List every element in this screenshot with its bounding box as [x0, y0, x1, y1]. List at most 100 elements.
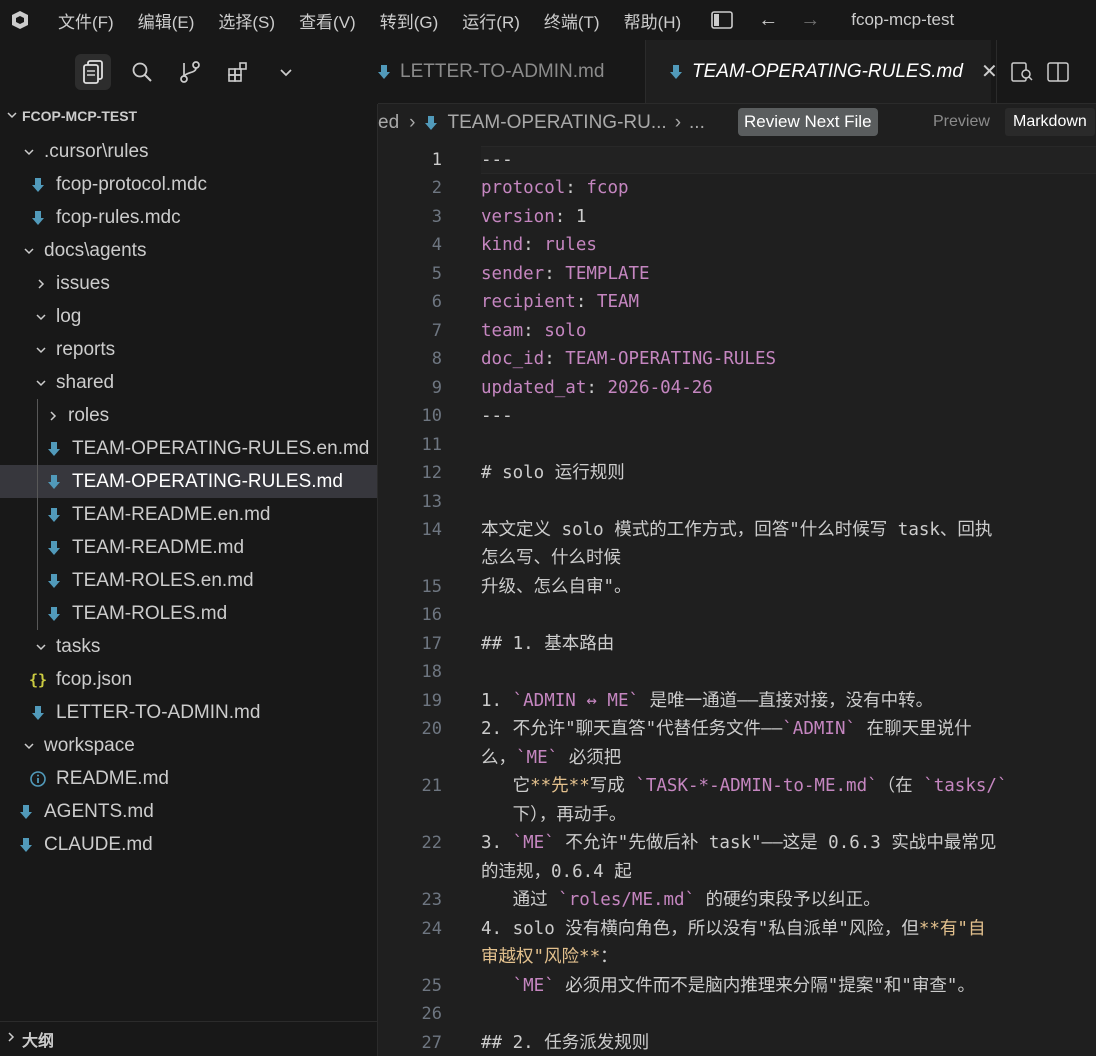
tree-file[interactable]: TEAM-ROLES.md — [0, 597, 377, 630]
breadcrumb-symbols[interactable]: ... — [689, 112, 705, 134]
review-next-file-button[interactable]: Review Next File — [738, 108, 878, 136]
tree-file[interactable]: TEAM-README.en.md — [0, 498, 377, 531]
tab-letter-to-admin[interactable]: LETTER-TO-ADMIN.md — [378, 40, 646, 104]
line-number: 6 — [431, 292, 442, 312]
tree-item-label: reports — [56, 338, 116, 360]
code-line: 2. 不允许"聊天直答"代替任务文件——`ADMIN` 在聊天里说什 — [481, 719, 972, 739]
search-icon[interactable] — [125, 54, 159, 90]
menu-view[interactable]: 查看(V) — [299, 8, 356, 33]
info-file-icon — [30, 770, 46, 787]
code-line: version: 1 — [481, 207, 587, 227]
json-file-icon: {} — [28, 670, 48, 689]
tree-item-label: docs\agents — [44, 239, 147, 261]
tree-folder[interactable]: log — [0, 300, 377, 333]
code-line: --- — [481, 150, 513, 170]
menu-help[interactable]: 帮助(H) — [624, 8, 682, 33]
markdown-file-icon — [30, 705, 46, 721]
tree-folder[interactable]: issues — [0, 267, 377, 300]
markdown-file-icon — [18, 837, 34, 853]
chevron-down-icon — [34, 311, 48, 323]
tree-file[interactable]: fcop-protocol.mdc — [0, 168, 377, 201]
markdown-button[interactable]: Markdown — [1005, 108, 1095, 136]
tree-file[interactable]: fcop-rules.mdc — [0, 201, 377, 234]
open-preview-to-side-icon[interactable] — [1011, 62, 1033, 82]
title-bar: 文件(F) 编辑(E) 选择(S) 查看(V) 转到(G) 运行(R) 终端(T… — [0, 0, 1096, 40]
split-editor-icon[interactable] — [1047, 62, 1069, 82]
tree-folder[interactable]: shared — [0, 366, 377, 399]
line-number: 3 — [431, 207, 442, 227]
toggle-sidebar-icon[interactable] — [711, 11, 734, 29]
extensions-icon[interactable] — [221, 54, 255, 90]
tree-item-label: fcop-rules.mdc — [56, 206, 181, 228]
code-line: team: solo — [481, 321, 587, 341]
vscode-logo-icon — [12, 11, 28, 29]
explorer-icon[interactable] — [75, 54, 111, 90]
tree-folder[interactable]: roles — [0, 399, 377, 432]
indent-guide — [37, 432, 38, 465]
line-number: 4 — [431, 235, 442, 255]
menu-selection[interactable]: 选择(S) — [218, 8, 275, 33]
explorer-root-header[interactable]: FCOP-MCP-TEST — [0, 104, 377, 128]
line-number: 7 — [431, 321, 442, 341]
line-number: 15 — [421, 577, 442, 597]
line-number: 23 — [421, 890, 442, 910]
tree-file[interactable]: README.md — [0, 762, 377, 795]
line-number: 16 — [421, 605, 442, 625]
code-line: # solo 运行规则 — [481, 463, 625, 483]
tree-file[interactable]: TEAM-OPERATING-RULES.md — [0, 465, 377, 498]
preview-button[interactable]: Preview — [933, 108, 990, 136]
tree-folder[interactable]: workspace — [0, 729, 377, 762]
source-control-icon[interactable] — [173, 54, 207, 90]
line-number: 9 — [431, 378, 442, 398]
tree-item-label: CLAUDE.md — [44, 833, 153, 855]
tab-team-operating-rules[interactable]: TEAM-OPERATING-RULES.md ✕ — [646, 40, 998, 103]
line-number: 10 — [421, 406, 442, 426]
code-line: --- — [481, 406, 513, 426]
tree-folder[interactable]: .cursor\rules — [0, 135, 377, 168]
line-number: 22 — [421, 833, 442, 853]
tree-item-label: TEAM-OPERATING-RULES.en.md — [72, 437, 370, 459]
menu-edit[interactable]: 编辑(E) — [138, 8, 195, 33]
menu-file[interactable]: 文件(F) — [58, 8, 114, 33]
tree-folder[interactable]: docs\agents — [0, 234, 377, 267]
tree-file[interactable]: AGENTS.md — [0, 795, 377, 828]
tree-file[interactable]: TEAM-ROLES.en.md — [0, 564, 377, 597]
activity-bar — [0, 40, 378, 104]
menu-go[interactable]: 转到(G) — [380, 8, 439, 33]
forward-arrow-icon[interactable]: → — [800, 9, 820, 32]
breadcrumb-file[interactable]: TEAM-OPERATING-RU... — [447, 112, 666, 134]
tree-file[interactable]: {} fcop.json — [0, 663, 377, 696]
outline-section-header[interactable]: 大纲 — [0, 1021, 377, 1056]
chevron-down-icon — [34, 344, 48, 356]
tree-file[interactable]: TEAM-OPERATING-RULES.en.md — [0, 432, 377, 465]
code-line: 下），再动手。 — [481, 805, 627, 825]
tree-file[interactable]: TEAM-README.md — [0, 531, 377, 564]
markdown-file-icon — [46, 507, 62, 523]
back-arrow-icon[interactable]: ← — [758, 9, 778, 32]
code-line: protocol: fcop — [481, 178, 629, 198]
indent-guide — [37, 498, 38, 531]
code-editor[interactable]: 1 2 3 4 5 6 7 8 9 10 11 12 13 14 15 16 17 18 19 20 21 22 23 24 2… — [378, 146, 1096, 1056]
editor-actions — [996, 40, 1096, 104]
menu-terminal[interactable]: 终端(T) — [544, 8, 600, 33]
tree-item-label: TEAM-README.md — [72, 536, 245, 558]
menu-run[interactable]: 运行(R) — [462, 8, 520, 33]
markdown-file-icon — [46, 474, 62, 490]
chevron-down-icon[interactable] — [269, 54, 303, 90]
indent-guide — [37, 399, 38, 432]
code-line: 本文定义 solo 模式的工作方式，回答"什么时候写 task、回执 — [481, 520, 993, 540]
line-number: 1 — [431, 150, 442, 170]
line-number: 13 — [421, 492, 442, 512]
code-line: kind: rules — [481, 235, 597, 255]
chevron-down-icon — [6, 104, 18, 135]
line-number: 11 — [421, 435, 442, 455]
breadcrumb-prefix[interactable]: ed — [378, 112, 399, 134]
chevron-down-icon — [22, 245, 36, 257]
chevron-right-icon — [46, 410, 60, 422]
tree-file[interactable]: CLAUDE.md — [0, 828, 377, 861]
tree-folder[interactable]: tasks — [0, 630, 377, 663]
line-number: 5 — [431, 264, 442, 284]
tree-folder[interactable]: reports — [0, 333, 377, 366]
tree-file[interactable]: LETTER-TO-ADMIN.md — [0, 696, 377, 729]
code-line: `ME` 必须用文件而不是脑内推理来分隔"提案"和"审查"。 — [512, 976, 975, 996]
